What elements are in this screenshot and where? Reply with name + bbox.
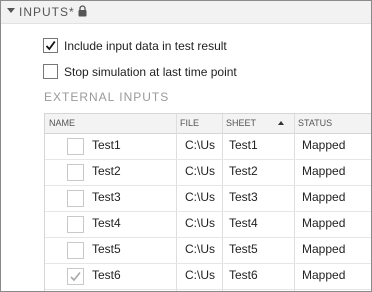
row-checkbox[interactable]: [67, 242, 84, 259]
cell-name: Test6: [92, 268, 121, 282]
cell-sheet: Test3: [229, 190, 258, 204]
cell-file: C:\Us: [185, 138, 215, 152]
cell-status: Mapped: [302, 164, 346, 178]
checkmark-icon: [45, 40, 56, 51]
cell-sheet: Test6: [229, 268, 258, 282]
row-checkbox[interactable]: [67, 190, 84, 207]
sort-ascending-icon[interactable]: [278, 121, 284, 125]
lock-icon: [78, 5, 87, 17]
table-row[interactable]: Test1 C:\Us Test1 Mapped: [45, 134, 371, 160]
cell-name: Test3: [92, 190, 121, 204]
cell-sheet: Test2: [229, 164, 258, 178]
stop-simulation-checkbox[interactable]: [43, 64, 58, 79]
cell-name: Test5: [92, 242, 121, 256]
column-header-status[interactable]: STATUS: [298, 118, 332, 128]
row-checkbox[interactable]: [67, 268, 84, 285]
section-header[interactable]: INPUTS*: [1, 1, 371, 24]
cell-sheet: Test4: [229, 216, 258, 230]
cell-file: C:\Us: [185, 268, 215, 282]
cell-status: Mapped: [302, 242, 346, 256]
cell-file: C:\Us: [185, 242, 215, 256]
cell-name: Test4: [92, 216, 121, 230]
stop-simulation-label: Stop simulation at last time point: [64, 65, 237, 79]
include-input-data-label: Include input data in test result: [64, 39, 227, 53]
section-title: INPUTS*: [19, 5, 75, 19]
cell-status: Mapped: [302, 190, 346, 204]
chevron-down-icon[interactable]: [7, 8, 15, 13]
cell-name: Test1: [92, 138, 121, 152]
table-row[interactable]: Test2 C:\Us Test2 Mapped: [45, 160, 371, 186]
row-checkbox[interactable]: [67, 164, 84, 181]
cell-sheet: Test5: [229, 242, 258, 256]
cell-status: Mapped: [302, 216, 346, 230]
cell-file: C:\Us: [185, 164, 215, 178]
inputs-panel: INPUTS* Include input data in test resul…: [0, 0, 372, 292]
include-input-data-checkbox[interactable]: [43, 38, 58, 53]
cell-file: C:\Us: [185, 190, 215, 204]
column-header-sheet[interactable]: SHEET: [226, 118, 256, 128]
column-header-name[interactable]: NAME: [49, 118, 75, 128]
cell-file: C:\Us: [185, 216, 215, 230]
table-row[interactable]: Test5 C:\Us Test5 Mapped: [45, 238, 371, 264]
checkmark-icon: [70, 272, 81, 282]
table-row[interactable]: Test3 C:\Us Test3 Mapped: [45, 186, 371, 212]
row-checkbox[interactable]: [67, 138, 84, 155]
cell-status: Mapped: [302, 268, 346, 282]
cell-name: Test2: [92, 164, 121, 178]
external-inputs-title: EXTERNAL INPUTS: [44, 90, 170, 104]
table-row[interactable]: Test4 C:\Us Test4 Mapped: [45, 212, 371, 238]
cell-status: Mapped: [302, 138, 346, 152]
row-checkbox[interactable]: [67, 216, 84, 233]
external-inputs-table: NAME FILE SHEET STATUS Test1 C:\Us Test1…: [44, 113, 371, 291]
column-header-file[interactable]: FILE: [180, 118, 199, 128]
table-row[interactable]: Test6 C:\Us Test6 Mapped: [45, 264, 371, 290]
cell-sheet: Test1: [229, 138, 258, 152]
table-header: NAME FILE SHEET STATUS: [45, 114, 371, 134]
